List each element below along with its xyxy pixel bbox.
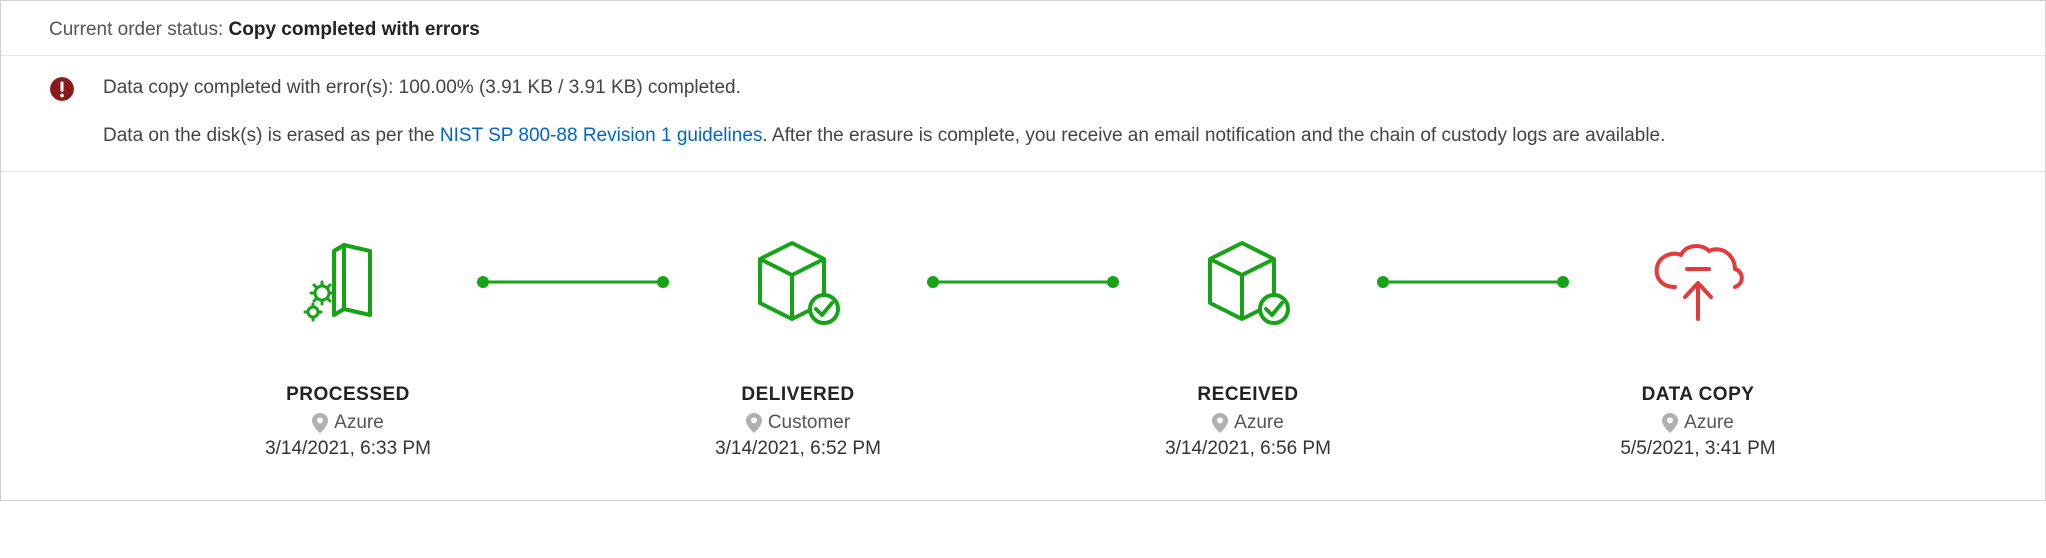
info-line-1: Data copy completed with error(s): 100.0… (103, 74, 1665, 102)
error-icon (49, 76, 75, 102)
status-line: Current order status: Copy completed wit… (1, 1, 2045, 55)
stage-delivered: DELIVERED Customer 3/14/2021, 6:52 PM (673, 232, 923, 460)
status-label: Current order status: (49, 19, 229, 40)
stage-time: 3/14/2021, 6:52 PM (673, 438, 923, 460)
stage-location: Azure (1573, 412, 1823, 434)
stage-title: RECEIVED (1123, 384, 1373, 406)
connector (923, 232, 1123, 332)
info-line-2-prefix: Data on the disk(s) is erased as per the (103, 125, 440, 146)
timeline: PROCESSED Azure 3/14/2021, 6:33 PM (1, 172, 2045, 500)
info-line-2-suffix: . After the erasure is complete, you rec… (762, 125, 1665, 146)
delivered-icon (673, 232, 923, 332)
stage-time: 3/14/2021, 6:56 PM (1123, 438, 1373, 460)
received-icon (1123, 232, 1373, 332)
stage-data-copy: DATA COPY Azure 5/5/2021, 3:41 PM (1573, 232, 1823, 460)
stage-location: Azure (223, 412, 473, 434)
stage-time: 3/14/2021, 6:33 PM (223, 438, 473, 460)
data-copy-icon (1573, 232, 1823, 332)
status-value: Copy completed with errors (229, 19, 480, 40)
location-pin-icon (1662, 413, 1678, 433)
info-text: Data copy completed with error(s): 100.0… (103, 74, 1665, 149)
stage-time: 5/5/2021, 3:41 PM (1573, 438, 1823, 460)
stage-processed: PROCESSED Azure 3/14/2021, 6:33 PM (223, 232, 473, 460)
stage-title: DATA COPY (1573, 384, 1823, 406)
info-line-2: Data on the disk(s) is erased as per the… (103, 122, 1665, 150)
order-status-panel: Current order status: Copy completed wit… (0, 0, 2046, 501)
location-pin-icon (1212, 413, 1228, 433)
processed-icon (223, 232, 473, 332)
nist-guidelines-link[interactable]: NIST SP 800-88 Revision 1 guidelines (440, 125, 763, 146)
stage-title: DELIVERED (673, 384, 923, 406)
stage-location-text: Azure (1684, 412, 1734, 434)
stage-location-text: Customer (768, 412, 850, 434)
stage-location-text: Azure (334, 412, 384, 434)
stage-title: PROCESSED (223, 384, 473, 406)
connector (1373, 232, 1573, 332)
stage-location-text: Azure (1234, 412, 1284, 434)
connector (473, 232, 673, 332)
location-pin-icon (312, 413, 328, 433)
stage-location: Azure (1123, 412, 1373, 434)
info-block: Data copy completed with error(s): 100.0… (1, 56, 2045, 171)
stage-location: Customer (673, 412, 923, 434)
location-pin-icon (746, 413, 762, 433)
stage-received: RECEIVED Azure 3/14/2021, 6:56 PM (1123, 232, 1373, 460)
